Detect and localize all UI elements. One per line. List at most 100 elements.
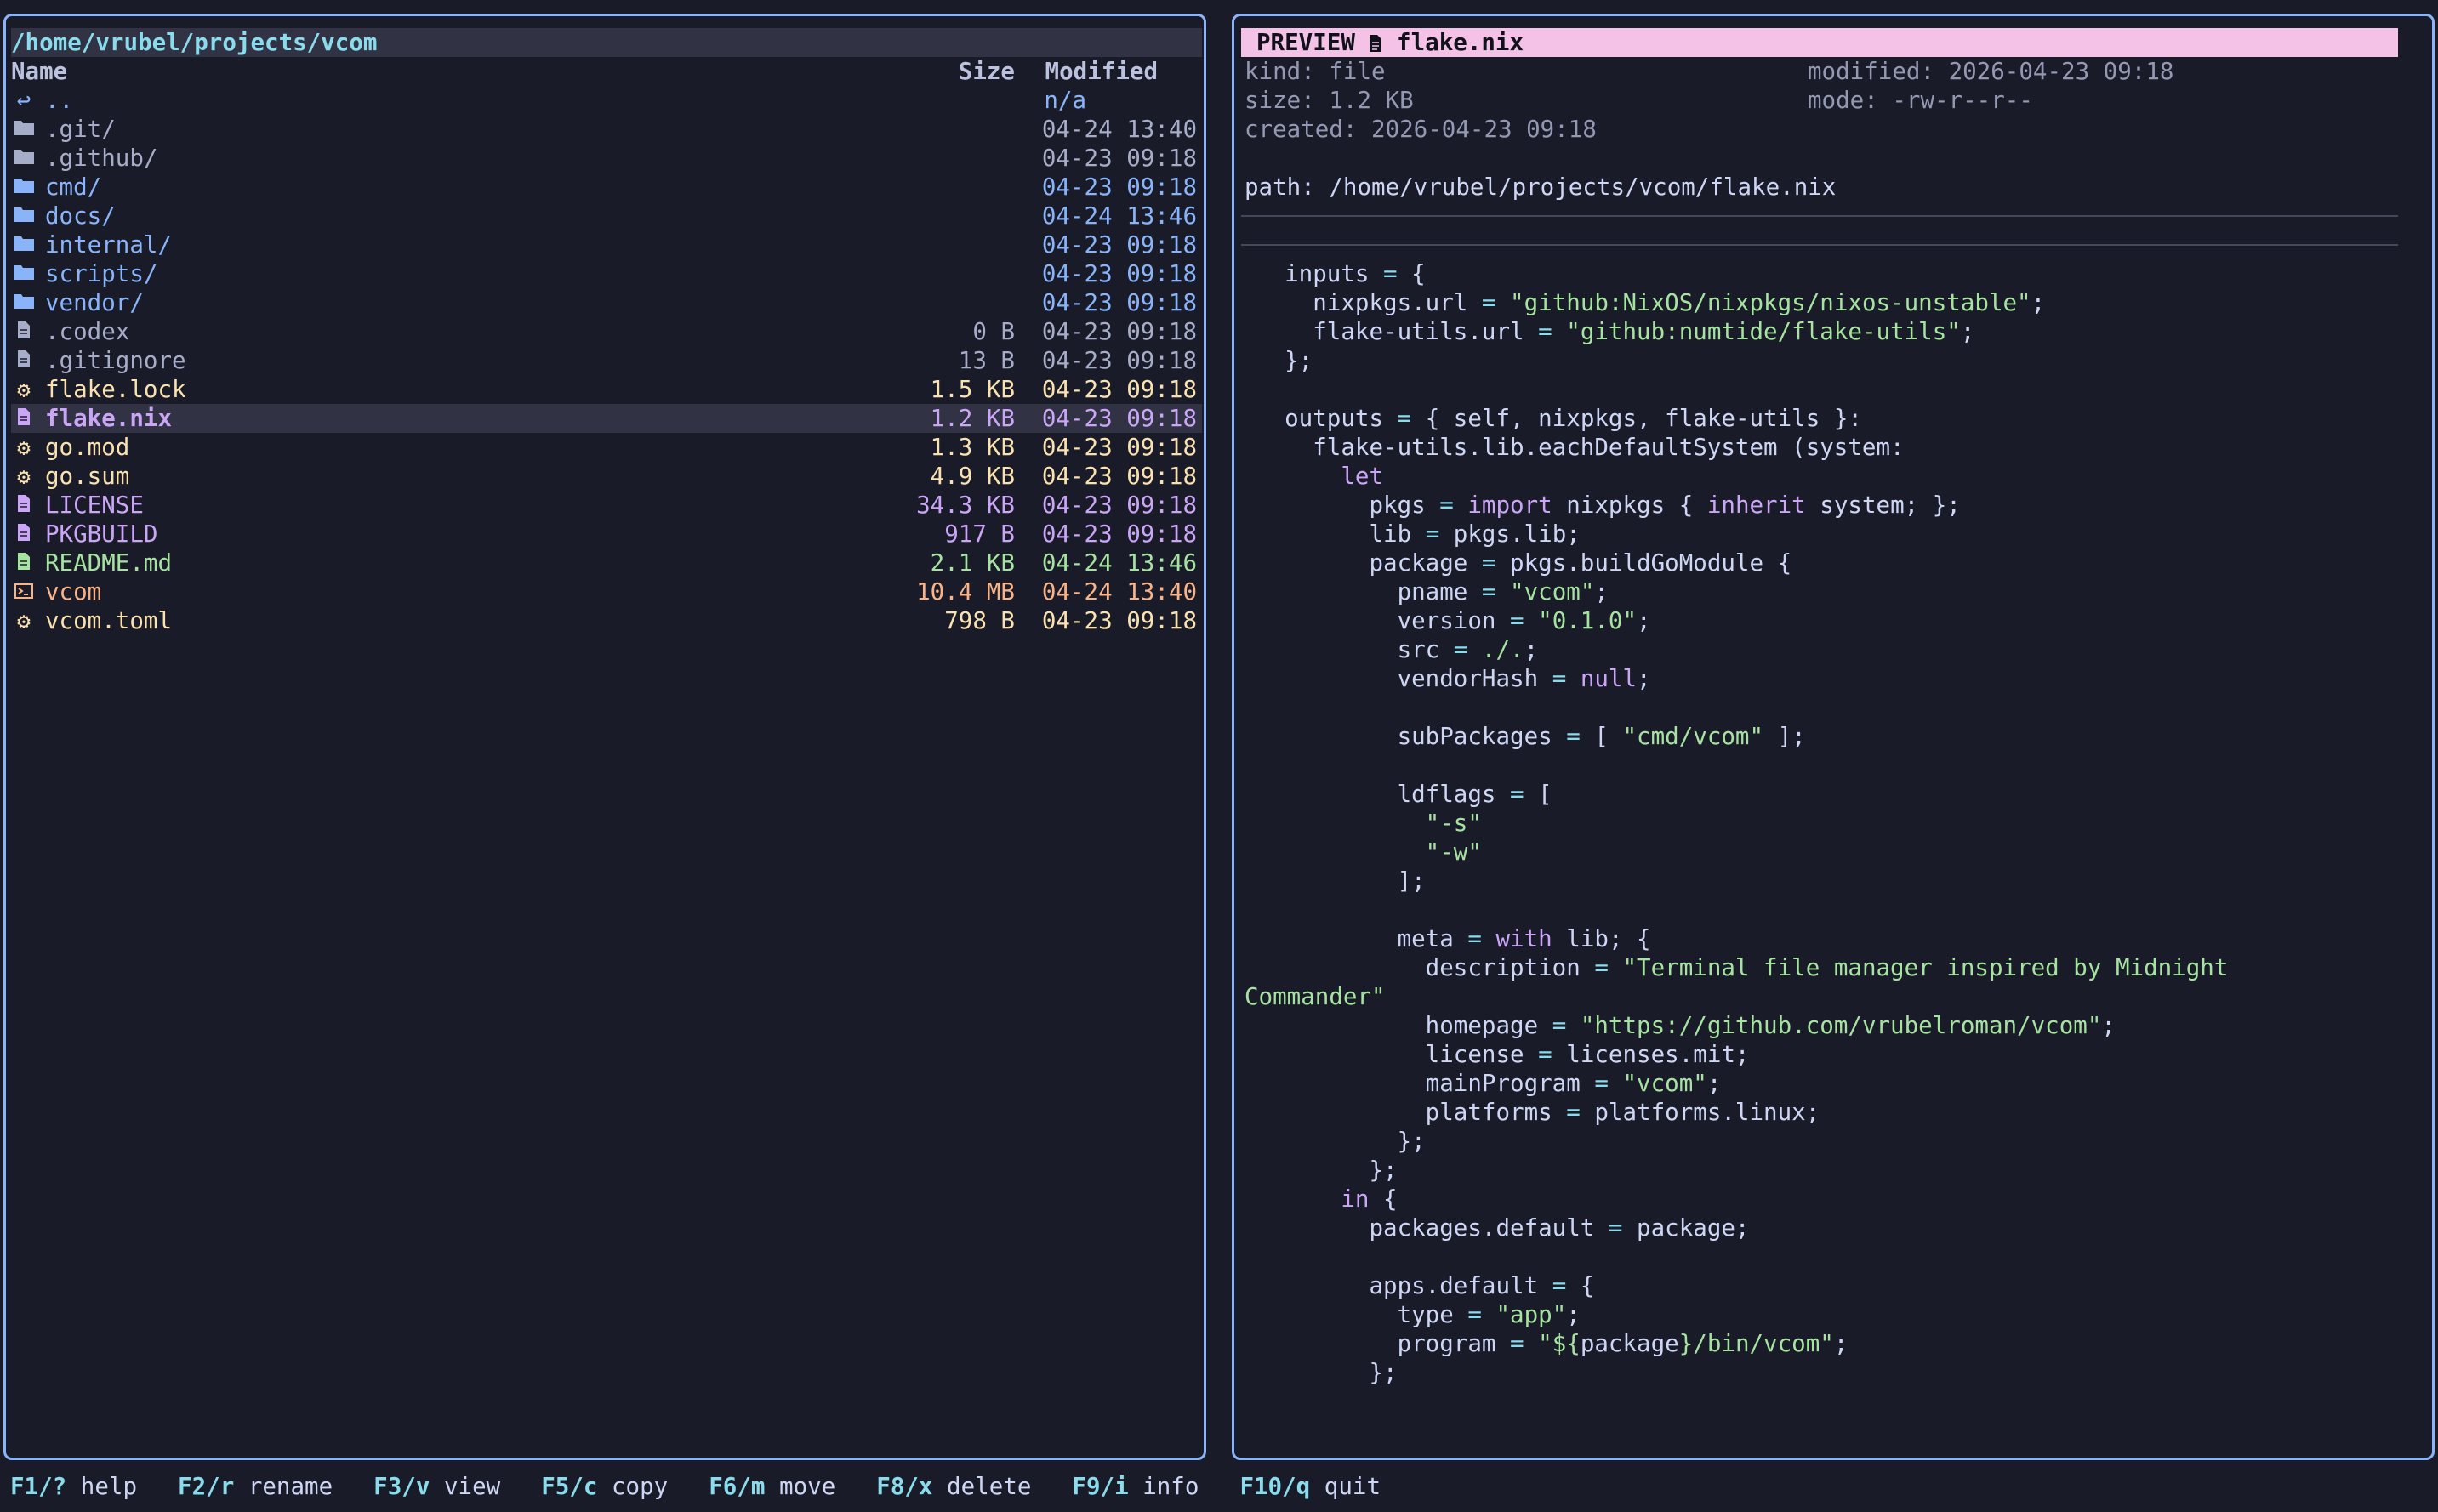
file-modified: 04-23 09:18 (1041, 492, 1197, 519)
code-token: "0.1.0" (1538, 607, 1638, 634)
file-row[interactable]: .github/04-23 09:18 (11, 144, 1202, 173)
file-icon (11, 317, 37, 346)
code-token: = (1397, 405, 1412, 432)
file-row[interactable]: flake.nix 1.2 KB 04-23 09:18 (11, 404, 1202, 433)
function-key-shortcut: F3/v (373, 1473, 430, 1500)
file-row[interactable]: scripts/04-23 09:18 (11, 259, 1202, 288)
code-token: "-s" (1256, 810, 1482, 837)
code-token: null (1580, 665, 1638, 692)
code-token: program (1256, 1330, 1511, 1357)
file-row[interactable]: .codex 0 B 04-23 09:18 (11, 317, 1202, 346)
code-line: platforms = platforms.linux; (1256, 1098, 1820, 1127)
code-token: nixpkgs { (1552, 492, 1707, 519)
code-token: [ (1524, 781, 1552, 808)
folder-icon (11, 144, 37, 173)
folder-icon (11, 259, 37, 288)
code-line: mainProgram = "vcom"; (1256, 1069, 1722, 1098)
file-size: 13 B (958, 347, 1015, 374)
file-row[interactable]: ⚙ go.mod 1.3 KB 04-23 09:18 (11, 433, 1202, 462)
code-line: let (1256, 462, 1383, 491)
code-token: { self, nixpkgs, flake-utils }: (1411, 405, 1862, 432)
file-name: LICENSE (45, 492, 144, 519)
function-key-shortcut: F1/? (10, 1473, 67, 1500)
code-line: }; (1256, 1358, 1397, 1387)
file-row[interactable]: .gitignore 13 B 04-23 09:18 (11, 346, 1202, 375)
file-size: 917 B (944, 520, 1015, 548)
function-key-help[interactable]: F1/? help (10, 1472, 137, 1501)
code-token: = (1552, 1272, 1567, 1299)
code-token: meta (1256, 925, 1468, 952)
code-token: licenses.mit; (1552, 1041, 1750, 1068)
code-line: version = "0.1.0"; (1256, 606, 1651, 635)
function-key-rename[interactable]: F2/r rename (178, 1472, 333, 1501)
code-line: flake-utils.url = "github:numtide/flake-… (1256, 317, 1974, 346)
gear-icon: ⚙ (17, 609, 31, 634)
file-row[interactable]: README.md 2.1 KB 04-24 13:46 (11, 549, 1202, 577)
column-header-modified[interactable]: Modified (1045, 57, 1158, 86)
file-list-panel[interactable]: /home/vrubel/projects/vcom Name Size Mod… (3, 14, 1206, 1460)
file-row[interactable]: ↩.. n/a (11, 86, 1202, 115)
file-name: .. (45, 87, 74, 114)
file-row[interactable]: docs/04-24 13:46 (11, 202, 1202, 230)
code-token: "cmd/vcom" (1622, 723, 1764, 750)
code-token: ; (1637, 665, 1651, 692)
code-token: ldflags (1256, 781, 1511, 808)
file-name: go.mod (45, 434, 130, 461)
function-key-copy[interactable]: F5/c copy (541, 1472, 668, 1501)
file-modified: 04-23 09:18 (1041, 376, 1197, 403)
code-token: = (1538, 1041, 1552, 1068)
file-name: .git/ (45, 116, 116, 143)
code-token: = (1425, 520, 1440, 548)
code-line: description = "Terminal file manager ins… (1256, 953, 2229, 982)
file-row[interactable]: cmd/04-23 09:18 (11, 173, 1202, 202)
code-token: { (1397, 260, 1426, 287)
code-token: package (1256, 549, 1482, 577)
code-token: outputs (1256, 405, 1398, 432)
file-row[interactable]: ⚙ go.sum 4.9 KB 04-23 09:18 (11, 462, 1202, 491)
terminal-icon (11, 577, 37, 606)
file-modified: 04-23 09:18 (1041, 318, 1197, 345)
column-header-name[interactable]: Name (11, 57, 67, 86)
function-key-info[interactable]: F9/i info (1072, 1472, 1199, 1501)
function-key-label: help (66, 1473, 138, 1500)
code-token: { (1369, 1185, 1398, 1213)
code-token: inherit (1706, 492, 1806, 519)
file-row[interactable]: LICENSE 34.3 KB 04-23 09:18 (11, 491, 1202, 520)
code-line: lib = pkgs.lib; (1256, 520, 1580, 549)
file-icon (11, 491, 37, 520)
code-line: }; (1256, 346, 1313, 375)
function-key-shortcut: F8/x (876, 1473, 933, 1500)
code-line: ldflags = [ (1256, 780, 1552, 809)
code-token: let (1256, 463, 1384, 490)
code-line: homepage = "https://github.com/vrubelrom… (1256, 1011, 2116, 1040)
file-row[interactable]: PKGBUILD 917 B 04-23 09:18 (11, 520, 1202, 549)
file-row[interactable]: ⚙ vcom.toml 798 B 04-23 09:18 (11, 606, 1202, 635)
file-row[interactable]: vendor/04-23 09:18 (11, 288, 1202, 317)
function-key-label: view (430, 1473, 501, 1500)
function-key-quit[interactable]: F10/q quit (1239, 1472, 1381, 1501)
file-icon (1370, 35, 1382, 52)
file-modified: 04-24 13:40 (1041, 116, 1197, 143)
code-token: ; (2031, 289, 2046, 316)
function-key-view[interactable]: F3/v view (373, 1472, 500, 1501)
code-token: license (1256, 1041, 1539, 1068)
column-header-size[interactable]: Size (959, 57, 1015, 86)
file-row[interactable]: vcom 10.4 MB 04-24 13:40 (11, 577, 1202, 606)
function-key-move[interactable]: F6/m move (709, 1472, 835, 1501)
code-token: = (1510, 1330, 1524, 1357)
code-token: = (1608, 1214, 1623, 1242)
function-key-delete[interactable]: F8/x delete (876, 1472, 1031, 1501)
file-row[interactable]: internal/04-23 09:18 (11, 230, 1202, 259)
file-row[interactable]: .git/04-24 13:40 (11, 115, 1202, 144)
file-row[interactable]: ⚙ flake.lock 1.5 KB 04-23 09:18 (11, 375, 1202, 404)
code-token: with (1495, 925, 1552, 952)
meta-size: size: 1.2 KB (1245, 87, 1414, 114)
code-token: "app" (1495, 1301, 1567, 1328)
preview-panel[interactable]: PREVIEW flake.nix kind: file modified: 2… (1232, 14, 2435, 1460)
code-token: = (1566, 1099, 1581, 1126)
code-line: inputs = { (1256, 259, 1426, 288)
